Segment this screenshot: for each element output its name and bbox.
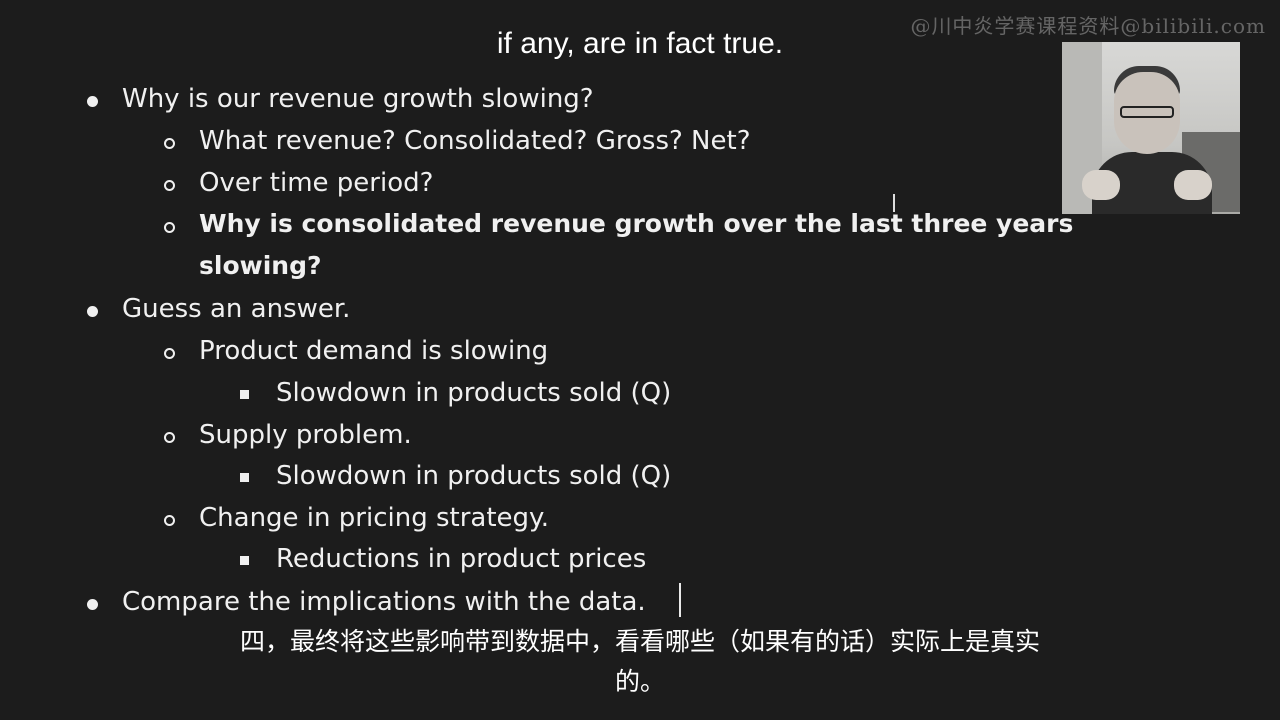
slide-bullet-list: Why is our revenue growth slowing? What … (0, 0, 1280, 720)
bullet-ring-icon (164, 432, 175, 443)
bullet-item: What revenue? Consolidated? Gross? Net? (199, 126, 751, 156)
bullet-ring-icon (164, 180, 175, 191)
bullet-square-icon (240, 473, 249, 482)
bullet-ring-icon (164, 138, 175, 149)
bullet-square-icon (240, 390, 249, 399)
bullet-item: Product demand is slowing (199, 336, 549, 366)
subtitle-chinese-line1: 四，最终将这些影响带到数据中，看看哪些（如果有的话）实际上是真实 (239, 627, 1040, 656)
bullet-dot-icon (87, 96, 98, 107)
bullet-item: Compare the implications with the data. (122, 587, 646, 617)
bullet-ring-icon (164, 222, 175, 233)
bullet-item: Why is our revenue growth slowing? (122, 84, 594, 114)
bullet-ring-icon (164, 348, 175, 359)
bullet-item: Reductions in product prices (276, 544, 647, 574)
bullet-item-bold: Why is consolidated revenue growth over … (199, 209, 1074, 238)
bullet-item: Supply problem. (199, 420, 412, 450)
text-caret (679, 583, 681, 617)
text-cursor-icon (893, 194, 903, 212)
bullet-dot-icon (87, 599, 98, 610)
bullet-square-icon (240, 556, 249, 565)
bullet-ring-icon (164, 515, 175, 526)
bullet-item: Change in pricing strategy. (199, 503, 549, 533)
bullet-dot-icon (87, 306, 98, 317)
video-frame: @川中炎学赛课程资料@bilibili.com if any, are in f… (0, 0, 1280, 720)
bullet-item-bold-continued: slowing? (199, 251, 322, 280)
bullet-item: Slowdown in products sold (Q) (276, 461, 672, 491)
bullet-item: Over time period? (199, 168, 434, 198)
bullet-item: Slowdown in products sold (Q) (276, 378, 672, 408)
subtitle-chinese-line2: 的。 (614, 667, 665, 696)
bullet-item: Guess an answer. (122, 294, 351, 324)
